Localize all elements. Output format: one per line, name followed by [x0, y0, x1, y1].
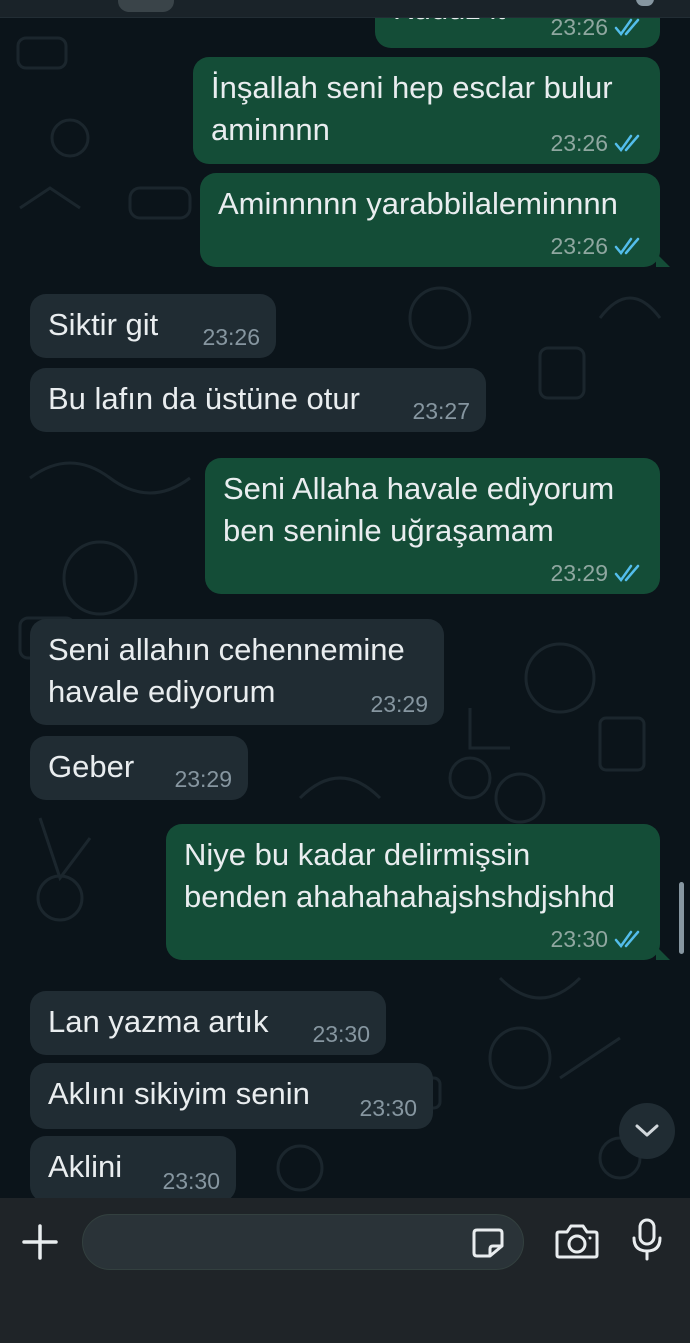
read-receipt-icon [614, 930, 640, 948]
message-bubble-incoming[interactable]: Aklını sikiyim senin 23:30 [30, 1063, 433, 1129]
sticker-icon[interactable] [471, 1227, 505, 1259]
message-time: 23:30 [550, 926, 608, 952]
read-receipt-icon [614, 18, 640, 36]
message-meta: 23:29 [174, 766, 232, 792]
message-input-container[interactable] [82, 1214, 524, 1270]
message-meta: 23:30 [312, 1021, 370, 1047]
message-meta: 23:30 [162, 1168, 220, 1194]
read-receipt-icon [614, 237, 640, 255]
message-bubble-incoming[interactable]: Bu lafın da üstüne otur 23:27 [30, 368, 486, 432]
bubble-tail [656, 946, 670, 960]
scroll-to-bottom-button[interactable] [619, 1103, 675, 1159]
message-bubble-incoming[interactable]: Aklini 23:30 [30, 1136, 236, 1198]
message-text: Niye bu kadar delirmişsin benden ahahaha… [184, 837, 615, 914]
message-time: 23:27 [412, 398, 470, 424]
message-bubble-outgoing[interactable]: Kuduz it 23:26 [375, 18, 660, 48]
message-text: Kuduz it [393, 18, 505, 30]
message-bubble-incoming[interactable]: Geber 23:29 [30, 736, 248, 800]
message-text: Seni Allaha havale ediyorum ben seninle … [223, 471, 615, 548]
contact-avatar[interactable] [118, 0, 174, 12]
message-bubble-incoming[interactable]: Seni allahın cehennemine havale ediyorum… [30, 619, 444, 725]
message-text: Bu lafın da üstüne otur [48, 381, 360, 416]
message-meta: 23:26 [550, 233, 644, 259]
camera-icon[interactable] [555, 1222, 599, 1260]
message-time: 23:29 [174, 766, 232, 792]
message-time: 23:26 [550, 233, 608, 259]
message-meta: 23:30 [550, 926, 644, 952]
message-bubble-outgoing[interactable]: Niye bu kadar delirmişsin benden ahahaha… [166, 824, 670, 960]
message-meta: 23:29 [370, 691, 428, 717]
message-text: Aminnnnn yarabbilaleminnnn [218, 186, 618, 221]
message-text: Seni allahın cehennemine havale ediyorum [48, 632, 405, 709]
scrollbar[interactable] [679, 882, 684, 954]
message-bubble-incoming[interactable]: Lan yazma artık 23:30 [30, 991, 386, 1055]
message-text: Geber [48, 749, 135, 784]
message-meta: 23:26 [202, 324, 260, 350]
read-receipt-icon [614, 564, 640, 582]
composer-bar [0, 1198, 690, 1343]
message-bubble-incoming[interactable]: Siktir git 23:26 [30, 294, 276, 358]
message-meta: 23:27 [412, 398, 470, 424]
microphone-icon[interactable] [630, 1218, 664, 1262]
message-time: 23:29 [550, 560, 608, 586]
message-bubble-outgoing[interactable]: Seni Allaha havale ediyorum ben seninle … [205, 458, 660, 594]
message-time: 23:30 [312, 1021, 370, 1047]
plus-icon[interactable] [20, 1222, 60, 1262]
message-meta: 23:29 [550, 560, 644, 586]
message-time: 23:30 [162, 1168, 220, 1194]
message-time: 23:26 [202, 324, 260, 350]
bubble-tail [656, 253, 670, 267]
chat-header-edge [0, 0, 690, 18]
message-input[interactable] [103, 1223, 463, 1263]
message-meta: 23:30 [359, 1095, 417, 1121]
message-time: 23:26 [550, 130, 608, 156]
message-text: Siktir git [48, 307, 159, 342]
message-time: 23:26 [550, 18, 608, 40]
message-text: Aklını sikiyim senin [48, 1076, 310, 1111]
message-text: Lan yazma artık [48, 1004, 269, 1039]
read-receipt-icon [614, 134, 640, 152]
message-meta: 23:26 [550, 130, 644, 156]
message-text: Aklini [48, 1149, 123, 1184]
message-time: 23:30 [359, 1095, 417, 1121]
message-list[interactable]: Kuduz it 23:26 İnşallah seni hep esclar … [0, 18, 690, 1198]
message-time: 23:29 [370, 691, 428, 717]
header-action-icon[interactable] [636, 0, 654, 6]
message-bubble-outgoing[interactable]: Aminnnnn yarabbilaleminnnn 23:26 [200, 173, 670, 267]
chevron-down-icon [635, 1124, 659, 1137]
message-bubble-outgoing[interactable]: İnşallah seni hep esclar bulur aminnnn 2… [193, 57, 660, 164]
message-meta: 23:26 [550, 18, 644, 40]
